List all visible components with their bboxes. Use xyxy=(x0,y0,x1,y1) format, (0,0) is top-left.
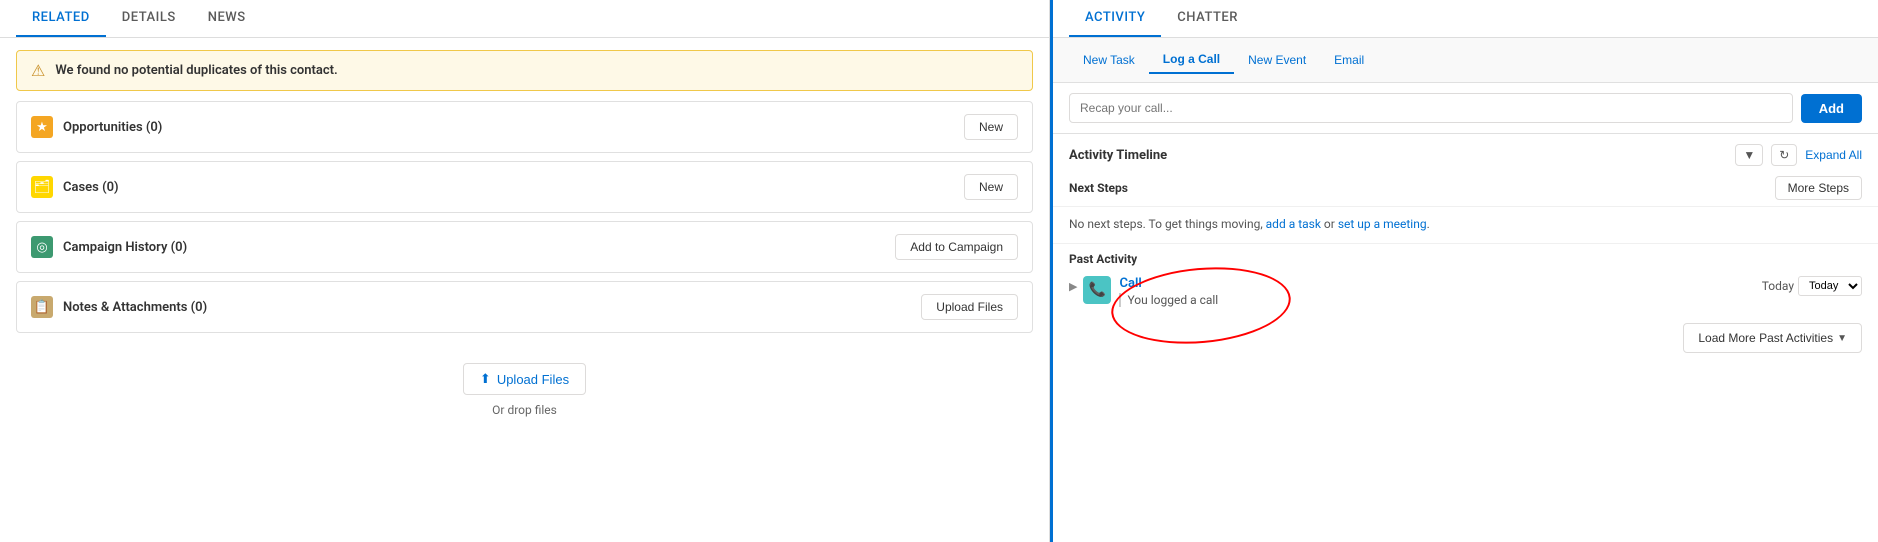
call-date-dropdown[interactable]: Today xyxy=(1798,276,1862,296)
tab-activity[interactable]: ACTIVITY xyxy=(1069,0,1161,37)
upload-files-center-button[interactable]: ⬆ Upload Files xyxy=(463,363,586,395)
timeline-header: Activity Timeline ▼ ↻ Expand All xyxy=(1053,134,1878,170)
opportunities-title: Opportunities (0) xyxy=(63,120,162,135)
email-tab[interactable]: Email xyxy=(1320,46,1378,74)
log-call-tab[interactable]: Log a Call xyxy=(1149,46,1234,74)
opportunities-icon: ★ xyxy=(31,116,53,138)
call-subtitle: You logged a call xyxy=(1119,293,1761,307)
call-item: ▶ 📞 Call You logged a call Today Today xyxy=(1053,270,1878,313)
left-panel-body: ⚠ We found no potential duplicates of th… xyxy=(0,38,1049,542)
campaign-icon: ◎ xyxy=(31,236,53,258)
load-more-label: Load More Past Activities xyxy=(1698,331,1833,345)
notes-section: 📋 Notes & Attachments (0) Upload Files xyxy=(16,281,1033,333)
call-date-text: Today xyxy=(1762,279,1794,293)
new-event-tab[interactable]: New Event xyxy=(1234,46,1320,74)
tab-related[interactable]: RELATED xyxy=(16,0,106,37)
call-icon-wrap: 📞 xyxy=(1083,276,1111,304)
opportunities-section: ★ Opportunities (0) New xyxy=(16,101,1033,153)
alert-icon: ⚠ xyxy=(31,61,45,80)
new-task-tab[interactable]: New Task xyxy=(1069,46,1149,74)
left-panel: RELATED DETAILS NEWS ⚠ We found no poten… xyxy=(0,0,1050,542)
phone-icon: 📞 xyxy=(1089,282,1106,298)
upload-icon: ⬆ xyxy=(480,371,491,387)
upload-area: ⬆ Upload Files Or drop files xyxy=(16,363,1033,417)
upload-files-button[interactable]: Upload Files xyxy=(921,294,1018,320)
timeline-title: Activity Timeline xyxy=(1069,148,1167,163)
notes-icon: 📋 xyxy=(31,296,53,318)
tab-news[interactable]: NEWS xyxy=(192,0,262,37)
load-more-arrow-icon: ▼ xyxy=(1837,333,1847,344)
right-panel: ACTIVITY CHATTER New Task Log a Call New… xyxy=(1050,0,1878,542)
no-steps-text: No next steps. To get things moving, add… xyxy=(1053,207,1878,244)
notes-title: Notes & Attachments (0) xyxy=(63,300,207,315)
more-steps-button[interactable]: More Steps xyxy=(1775,176,1862,200)
filter-button[interactable]: ▼ xyxy=(1735,144,1763,166)
add-task-link[interactable]: add a task xyxy=(1266,217,1321,231)
add-to-campaign-button[interactable]: Add to Campaign xyxy=(895,234,1018,260)
activity-sub-tabs: New Task Log a Call New Event Email xyxy=(1053,38,1878,83)
alert-text: We found no potential duplicates of this… xyxy=(55,63,337,78)
add-button[interactable]: Add xyxy=(1801,94,1862,123)
opportunities-new-button[interactable]: New xyxy=(964,114,1018,140)
campaign-title: Campaign History (0) xyxy=(63,240,187,255)
next-steps-header: Next Steps More Steps xyxy=(1053,170,1878,207)
expand-arrow-icon[interactable]: ▶ xyxy=(1069,280,1077,293)
upload-btn-label: Upload Files xyxy=(497,372,569,387)
refresh-button[interactable]: ↻ xyxy=(1771,144,1797,166)
right-tabs: ACTIVITY CHATTER xyxy=(1053,0,1878,38)
expand-all-button[interactable]: Expand All xyxy=(1805,148,1862,162)
duplicate-alert: ⚠ We found no potential duplicates of th… xyxy=(16,50,1033,91)
load-more-button[interactable]: Load More Past Activities ▼ xyxy=(1683,323,1862,353)
next-steps-label: Next Steps xyxy=(1069,181,1128,195)
load-more-wrap: Load More Past Activities ▼ xyxy=(1053,313,1878,363)
set-up-meeting-link[interactable]: set up a meeting xyxy=(1338,217,1427,231)
cases-section: 🗂 Cases (0) New xyxy=(16,161,1033,213)
or-drop-text: Or drop files xyxy=(492,403,557,417)
cases-title: Cases (0) xyxy=(63,180,119,195)
cases-new-button[interactable]: New xyxy=(964,174,1018,200)
past-activity-header: Past Activity xyxy=(1053,244,1878,270)
campaign-section: ◎ Campaign History (0) Add to Campaign xyxy=(16,221,1033,273)
tab-details[interactable]: DETAILS xyxy=(106,0,192,37)
cases-icon: 🗂 xyxy=(31,176,53,198)
call-title[interactable]: Call xyxy=(1119,276,1761,291)
log-call-area: Add xyxy=(1053,83,1878,134)
left-tabs: RELATED DETAILS NEWS xyxy=(0,0,1049,38)
call-date: Today Today xyxy=(1762,276,1862,296)
tab-chatter[interactable]: CHATTER xyxy=(1161,0,1254,37)
recap-input[interactable] xyxy=(1069,93,1793,123)
